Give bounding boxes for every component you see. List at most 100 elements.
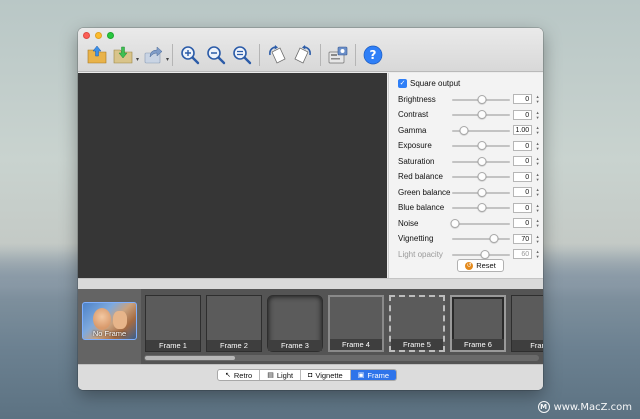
frame-item[interactable]: Frame 6 xyxy=(450,295,506,352)
image-canvas[interactable] xyxy=(78,73,387,278)
no-frame-label: No Frame xyxy=(92,329,127,338)
frame-item[interactable]: Frame 5 xyxy=(389,295,445,352)
value-stepper-icon[interactable]: ▲ ▼ xyxy=(534,156,541,167)
zoom-in-icon xyxy=(181,46,200,65)
slider-knob[interactable] xyxy=(477,187,487,197)
frame-label: Frame 1 xyxy=(146,340,200,351)
zoom-in-button[interactable] xyxy=(177,42,203,68)
tab-retro[interactable]: ↖ Retro xyxy=(218,370,261,380)
share-button[interactable]: ▾ xyxy=(140,42,169,68)
adjustment-value-field[interactable]: 1.00 xyxy=(513,125,533,135)
slider-knob[interactable] xyxy=(477,203,487,212)
value-stepper-icon[interactable]: ▲ ▼ xyxy=(534,140,541,151)
rotate-right-icon xyxy=(294,45,311,64)
slider-knob[interactable] xyxy=(477,141,487,150)
adjustment-slider[interactable] xyxy=(451,234,511,244)
adjustment-slider[interactable] xyxy=(451,141,511,151)
frame-label: Fram xyxy=(512,340,543,351)
minimize-button[interactable] xyxy=(95,32,102,39)
value-stepper-icon[interactable]: ▲ ▼ xyxy=(534,125,541,136)
value-stepper-icon[interactable]: ▲ ▼ xyxy=(534,233,541,244)
frame-icon: ▣ xyxy=(357,372,365,379)
reset-button[interactable]: ↺ Reset xyxy=(457,259,504,272)
filmstrip-scrollbar[interactable] xyxy=(144,355,539,361)
toolbar-divider xyxy=(172,44,173,66)
slider-knob[interactable] xyxy=(477,110,487,119)
adjustment-value-field[interactable]: 0 xyxy=(513,218,533,228)
chevron-down-icon: ▾ xyxy=(165,57,169,63)
value-stepper-icon[interactable]: ▲ ▼ xyxy=(534,171,541,182)
value-stepper-icon[interactable]: ▲ ▼ xyxy=(534,94,541,105)
slider-knob[interactable] xyxy=(489,234,499,243)
adjustment-label: Exposure xyxy=(398,141,432,150)
adjustment-slider[interactable] xyxy=(450,218,511,228)
tab-frame[interactable]: ▣ Frame xyxy=(350,370,397,380)
batch-button[interactable] xyxy=(325,42,351,68)
value-stepper-icon[interactable]: ▲ ▼ xyxy=(534,109,541,120)
svg-text:?: ? xyxy=(370,48,377,62)
help-button[interactable]: ? xyxy=(360,42,386,68)
adjustment-value-field[interactable]: 0 xyxy=(513,156,533,166)
tab-label: Retro xyxy=(233,370,253,380)
save-button[interactable]: ▾ xyxy=(110,42,139,68)
zoom-out-button[interactable] xyxy=(203,42,229,68)
adjustment-value-field[interactable]: 0 xyxy=(513,171,533,182)
zoom-out-icon xyxy=(207,46,226,65)
value-stepper-icon[interactable]: ▲ ▼ xyxy=(534,218,541,229)
vignette-icon: ◘ xyxy=(308,371,313,379)
adjustment-row: Red balance 0 ▲ ▼ xyxy=(398,170,541,184)
adjustment-slider[interactable] xyxy=(451,94,511,104)
frame-item[interactable]: Frame 3 xyxy=(267,295,323,352)
open-button[interactable] xyxy=(84,42,110,68)
adjustment-label: Saturation xyxy=(398,156,435,166)
slider-knob[interactable] xyxy=(477,156,487,166)
effects-bar: ↖ Retro ▤ Light ◘ Vignette ▣ Frame xyxy=(78,364,543,390)
watermark: M www.MacZ.com xyxy=(537,401,632,413)
value-stepper-icon[interactable]: ▲ ▼ xyxy=(534,187,541,198)
frame-item[interactable]: Frame 1 xyxy=(145,295,201,352)
close-button[interactable] xyxy=(83,32,90,39)
adjustment-value-field[interactable]: 0 xyxy=(513,94,533,104)
frame-item[interactable]: Fram xyxy=(511,295,543,352)
square-output-checkbox[interactable]: ✓ xyxy=(398,79,407,88)
slider-knob[interactable] xyxy=(477,94,487,104)
zoom-fit-icon xyxy=(233,46,252,65)
tab-label: Vignette xyxy=(315,370,343,380)
zoom-fit-button[interactable] xyxy=(229,42,255,68)
no-frame-item[interactable]: No Frame xyxy=(78,289,141,364)
frame-filmstrip: No Frame Frame 1 Frame 2 Frame 3 Frame 4 Fra… xyxy=(78,289,543,364)
slider-knob[interactable] xyxy=(459,125,469,135)
slider-knob[interactable] xyxy=(480,249,490,259)
adjustment-value-field[interactable]: 0 xyxy=(513,187,533,197)
adjustment-value-field[interactable]: 0 xyxy=(513,109,533,120)
adjustment-slider[interactable] xyxy=(451,172,511,182)
adjustment-label: Red balance xyxy=(398,172,443,181)
adjustment-value-field[interactable]: 0 xyxy=(513,140,533,151)
adjustment-slider[interactable] xyxy=(451,156,511,166)
scrollbar-thumb[interactable] xyxy=(145,356,235,360)
adjustment-value-field[interactable]: 70 xyxy=(513,233,533,244)
adjustment-row: Exposure 0 ▲ ▼ xyxy=(398,139,541,153)
toolbar-divider xyxy=(355,44,356,66)
adjustment-value-field[interactable]: 0 xyxy=(513,202,533,213)
tab-light[interactable]: ▤ Light xyxy=(260,370,302,380)
adjustment-slider[interactable] xyxy=(451,125,511,135)
value-stepper-icon[interactable]: ▲ ▼ xyxy=(534,202,541,213)
rotate-right-button[interactable] xyxy=(290,42,316,68)
adjustment-slider[interactable] xyxy=(451,187,511,197)
adjustment-slider[interactable] xyxy=(451,203,511,213)
adjustment-slider[interactable] xyxy=(451,110,511,120)
zoom-button[interactable] xyxy=(107,32,114,39)
adjustment-value-field[interactable]: 60 xyxy=(513,249,533,259)
tab-vignette[interactable]: ◘ Vignette xyxy=(301,370,351,380)
frame-item[interactable]: Frame 4 xyxy=(328,295,384,352)
square-output-option[interactable]: ✓ Square output xyxy=(398,79,460,88)
adjustment-slider[interactable] xyxy=(451,249,511,259)
slider-knob[interactable] xyxy=(477,172,487,181)
slider-knob[interactable] xyxy=(450,218,460,228)
frame-item[interactable]: Frame 2 xyxy=(206,295,262,352)
rotate-left-button[interactable] xyxy=(264,42,290,68)
child-hand-image xyxy=(113,311,127,329)
value-stepper-icon[interactable]: ▲ ▼ xyxy=(534,249,541,260)
tab-label: Light xyxy=(276,370,294,380)
